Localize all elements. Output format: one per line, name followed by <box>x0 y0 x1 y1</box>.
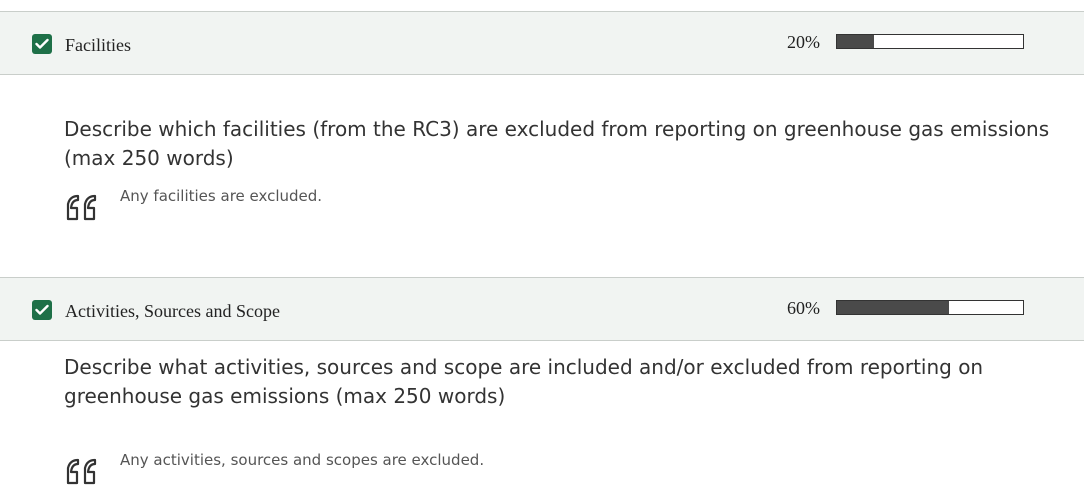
question-text: Describe what activities, sources and sc… <box>64 355 984 408</box>
progress-bar <box>836 300 1024 315</box>
progress-percent: 60% <box>787 298 820 318</box>
section-header: Facilities 20% <box>0 11 1084 75</box>
quote-icon <box>66 458 97 485</box>
facilities-checkbox[interactable] <box>32 34 52 54</box>
section-title: Facilities <box>65 35 131 55</box>
check-icon <box>35 38 49 49</box>
section-header: Activities, Sources and Scope 60% <box>0 277 1084 341</box>
progress-bar <box>836 34 1024 49</box>
progress-fill <box>837 301 949 314</box>
question-text: Describe which facilities (from the RC3)… <box>64 117 1050 170</box>
activities-checkbox[interactable] <box>32 300 52 320</box>
progress-fill <box>837 35 875 48</box>
answer-text: Any facilities are excluded. <box>120 187 323 205</box>
section-title: Activities, Sources and Scope <box>65 301 280 321</box>
check-icon <box>35 304 49 315</box>
progress-percent: 20% <box>787 32 820 52</box>
quote-icon <box>66 194 97 221</box>
answer-text: Any activities, sources and scopes are e… <box>120 451 485 469</box>
